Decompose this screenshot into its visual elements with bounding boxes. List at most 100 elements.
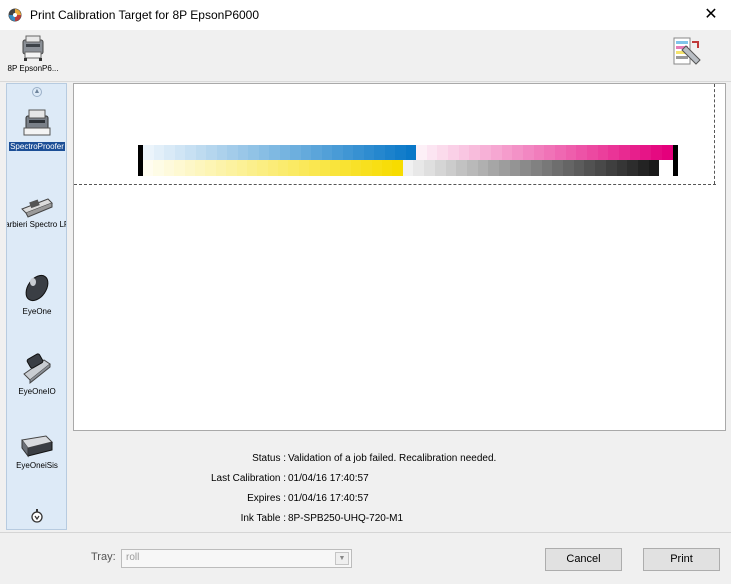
expires-value: 01/04/16 17:40:57 (288, 493, 369, 504)
device-label: EyeOneiSis (16, 461, 58, 470)
yellow-black-row (143, 160, 660, 176)
color-patch (605, 160, 617, 176)
color-patch (552, 160, 564, 176)
color-patch (533, 145, 545, 160)
color-patch (640, 145, 652, 160)
color-patch (143, 160, 154, 176)
color-patch (424, 160, 435, 176)
color-patch (565, 145, 577, 160)
color-patch (458, 145, 470, 160)
color-patch (309, 160, 320, 176)
color-patch (216, 145, 227, 160)
color-patch (288, 160, 299, 176)
printer-label: 8P EpsonP6... (7, 64, 59, 73)
color-patch (512, 145, 523, 160)
window-title: Print Calibration Target for 8P EpsonP60… (30, 8, 260, 22)
print-preview (73, 83, 726, 431)
color-patch (563, 160, 574, 176)
color-patch (576, 145, 587, 160)
color-patch (332, 145, 343, 160)
target-right-mark (673, 145, 678, 176)
color-patch (392, 160, 403, 176)
scroll-up-button[interactable]: ▲ (32, 87, 42, 97)
color-patch (195, 145, 206, 160)
color-patch (637, 160, 649, 176)
expires-label: Expires : (247, 493, 286, 504)
color-patch (616, 160, 628, 176)
device-eyeoneisis[interactable]: EyeOneiSis (7, 432, 66, 470)
color-patch (434, 160, 446, 176)
color-patch (319, 160, 331, 176)
color-patch (185, 145, 196, 160)
color-patch (469, 145, 481, 160)
color-patch (184, 160, 195, 176)
color-patch (426, 145, 438, 160)
chevron-down-icon[interactable]: ▼ (335, 552, 349, 565)
eyeoneisis-icon (21, 435, 53, 458)
color-patch (279, 145, 290, 160)
color-patch (608, 145, 620, 160)
color-patch (174, 145, 185, 160)
color-patch (584, 160, 596, 176)
color-patch (342, 145, 353, 160)
close-button[interactable]: ✕ (691, 0, 731, 30)
cancel-button[interactable]: Cancel (545, 548, 622, 571)
color-patch (466, 160, 478, 176)
device-sidebar: ▲ SpectroProofer Barbieri Spectro LFP Ey… (6, 83, 67, 530)
color-patch (321, 145, 332, 160)
color-patch (619, 145, 630, 160)
color-patch (541, 160, 553, 176)
bottom-bar: Tray: roll ▼ Cancel Print (0, 532, 731, 584)
device-barbieri[interactable]: Barbieri Spectro LFP (7, 189, 66, 229)
color-patch (258, 145, 269, 160)
color-patch (227, 145, 238, 160)
color-patch (205, 160, 216, 176)
color-patch (522, 145, 534, 160)
tray-select[interactable]: roll ▼ (121, 549, 352, 568)
eyeone-icon (25, 274, 49, 302)
color-patch (445, 160, 457, 176)
status-panel: Status : Validation of a job failed. Rec… (73, 432, 726, 530)
device-eyeoneio[interactable]: EyeOneIO (7, 352, 66, 396)
device-label: EyeOne (22, 307, 52, 316)
color-patch (311, 145, 322, 160)
color-patch (246, 160, 258, 176)
color-patch (416, 145, 427, 160)
color-patch (236, 160, 247, 176)
color-patch (353, 145, 364, 160)
color-patch (153, 145, 164, 160)
color-patch (215, 160, 227, 176)
device-eyeone[interactable]: EyeOne (7, 272, 66, 316)
color-patch (363, 145, 374, 160)
ink-table-label: Ink Table : (240, 513, 286, 524)
color-patch (340, 160, 351, 176)
last-calibration-value: 01/04/16 17:40:57 (288, 473, 369, 484)
color-patch (395, 145, 406, 160)
device-label: SpectroProofer (9, 142, 65, 151)
color-patch (554, 145, 566, 160)
color-patch (330, 160, 341, 176)
spectroproofer-icon (23, 109, 51, 136)
print-button[interactable]: Print (643, 548, 720, 571)
printer-icon (22, 35, 44, 61)
color-patch (381, 160, 393, 176)
tray-label: Tray: (91, 551, 116, 563)
color-patch (509, 160, 521, 176)
device-label: EyeOneIO (18, 387, 56, 396)
color-patch (298, 160, 310, 176)
color-patch (269, 145, 280, 160)
cyan-magenta-row (143, 145, 673, 160)
scroll-down-button[interactable] (30, 509, 44, 523)
page-boundary-bottom (74, 184, 716, 185)
calibration-icon[interactable] (672, 36, 704, 68)
device-spectroproofer[interactable]: SpectroProofer (7, 106, 66, 152)
color-patch (651, 145, 662, 160)
color-patch (300, 145, 311, 160)
printer-selector-button[interactable]: 8P EpsonP6... (4, 34, 62, 80)
eyeoneio-icon (23, 353, 51, 385)
color-patch (597, 145, 609, 160)
color-patch (456, 160, 467, 176)
ink-table-row: Ink Table : 8P-SPB250-UHQ-720-M1 (73, 513, 726, 533)
device-label: Barbieri Spectro LFP (7, 220, 66, 229)
color-patch (226, 160, 237, 176)
